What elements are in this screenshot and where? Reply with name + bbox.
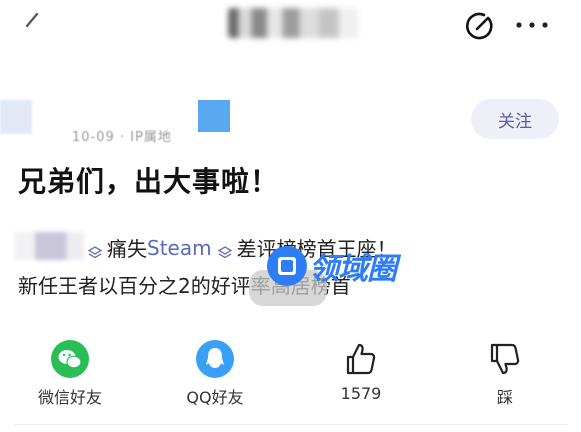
qq-label: QQ好友 (186, 388, 244, 407)
thumbs-down-icon (486, 340, 524, 378)
blurred-mention (14, 232, 84, 260)
share-wechat-button[interactable]: 微信好友 (25, 340, 115, 408)
post-meta: 10-09 · IP属地 (72, 130, 172, 145)
wechat-icon (51, 340, 89, 378)
layers-icon (217, 241, 232, 258)
qq-icon (196, 340, 234, 378)
edit-circle-icon[interactable] (464, 10, 496, 42)
watermark-text: 领域圈 (309, 252, 397, 287)
like-button[interactable]: 1579 (316, 340, 406, 403)
steam-topic-link[interactable]: Steam (147, 236, 212, 260)
avatar[interactable] (0, 100, 32, 134)
bottom-divider (14, 424, 567, 425)
more-dots-icon[interactable] (514, 14, 550, 36)
share-qq-button[interactable]: QQ好友 (170, 340, 260, 408)
like-count: 1579 (340, 384, 382, 403)
dislike-label: 踩 (496, 388, 513, 407)
thumbs-up-icon (342, 340, 380, 378)
dislike-button[interactable]: 踩 (460, 340, 550, 408)
follow-button[interactable]: 关注 (471, 99, 559, 139)
post-title: 兄弟们，出大事啦！ (18, 165, 280, 198)
body-text: 痛失 (107, 237, 147, 261)
blurred-title (228, 8, 358, 38)
layers-icon (87, 241, 103, 258)
author-badge (198, 100, 230, 132)
pen-slash-icon[interactable] (22, 10, 42, 30)
watermark-logo-icon (266, 245, 308, 287)
wechat-label: 微信好友 (37, 388, 102, 407)
